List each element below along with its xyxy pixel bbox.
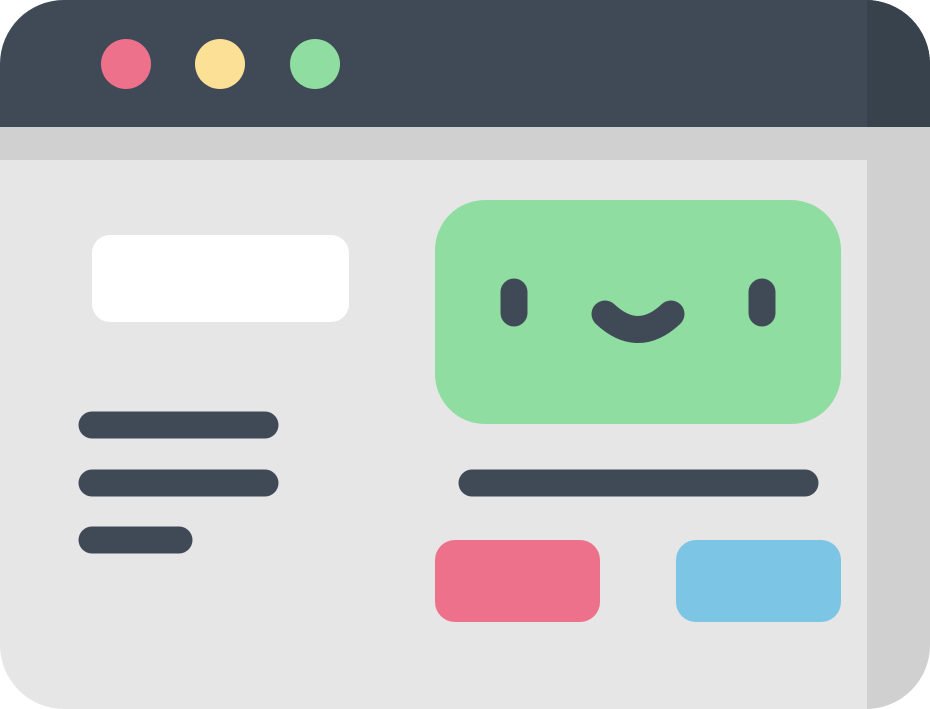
secondary-button[interactable] xyxy=(676,540,841,622)
primary-button[interactable] xyxy=(435,540,600,622)
browser-window-svg xyxy=(0,0,930,709)
close-dot[interactable] xyxy=(101,39,151,89)
header-strip xyxy=(0,127,867,160)
smile-mouth xyxy=(591,300,685,343)
image-card xyxy=(435,200,841,424)
browser-window-illustration xyxy=(0,0,930,709)
maximize-dot[interactable] xyxy=(290,39,340,89)
title-bar-shade xyxy=(867,0,930,127)
minimize-dot[interactable] xyxy=(195,39,245,89)
input-box[interactable] xyxy=(92,235,349,322)
